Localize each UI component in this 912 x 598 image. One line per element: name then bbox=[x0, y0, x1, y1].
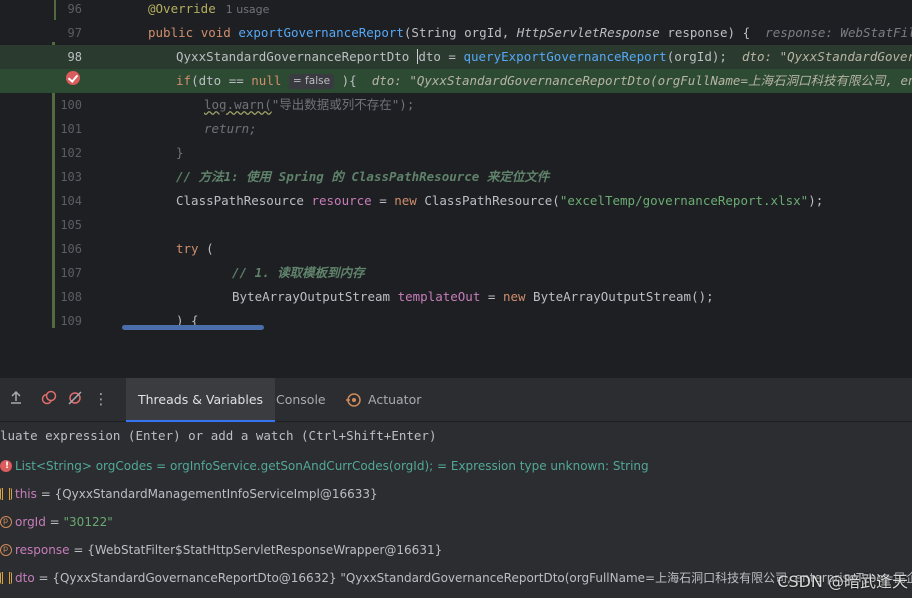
tab-console[interactable]: Console bbox=[264, 378, 338, 422]
line-number: 104 bbox=[60, 194, 82, 208]
field-icon bbox=[0, 488, 12, 500]
list-item[interactable]: this = {QyxxStandardManagementInfoServic… bbox=[0, 480, 912, 508]
horizontal-scrollbar[interactable] bbox=[122, 325, 264, 330]
line-number: 97 bbox=[67, 26, 82, 40]
code-line-execution-point[interactable]: if(dto == null = false ){ dto: "QyxxStan… bbox=[0, 69, 912, 93]
tab-actuator[interactable]: Actuator bbox=[334, 378, 433, 422]
line-number: 105 bbox=[60, 218, 82, 232]
list-item[interactable]: dto = {QyxxStandardGovernanceReportDto@1… bbox=[0, 564, 912, 592]
mute-breakpoints-icon[interactable] bbox=[66, 390, 84, 408]
code-editor[interactable]: 96 @Override 1 usage 97 I public void exp… bbox=[0, 0, 912, 338]
annotation: @Override bbox=[148, 1, 216, 16]
usage-hint[interactable]: 1 usage bbox=[226, 3, 270, 16]
editor-separator bbox=[0, 338, 912, 378]
parameter-icon: p bbox=[0, 516, 12, 528]
line-number: 101 bbox=[60, 122, 82, 136]
code-line[interactable]: 102 } bbox=[0, 141, 912, 165]
error-icon: ! bbox=[0, 460, 12, 472]
list-item[interactable]: p orgId = "30122" bbox=[0, 508, 912, 536]
watermark: CSDN @暗武逢天 bbox=[777, 572, 908, 591]
evaluate-expression-input[interactable]: luate expression (Enter) or add a watch … bbox=[0, 422, 912, 450]
debug-toolbar: ⋮ Threads & Variables Console Actuator bbox=[0, 378, 912, 422]
line-number: 98 bbox=[67, 50, 82, 64]
inline-value-hint: response: WebStatFilter$Sta bbox=[765, 25, 912, 40]
code-comment: // 1. 读取模板到内存 bbox=[232, 265, 365, 280]
code-line[interactable]: 107 // 1. 读取模板到内存 bbox=[0, 261, 912, 285]
list-item[interactable]: ! List<String> orgCodes = orgInfoService… bbox=[0, 452, 912, 480]
code-line[interactable]: 97 I public void exportGovernanceReport(… bbox=[0, 21, 912, 59]
code-line[interactable]: 103 // 方法1: 使用 Spring 的 ClassPathResourc… bbox=[0, 165, 912, 189]
line-number: 108 bbox=[60, 290, 82, 304]
breakpoint-icon[interactable] bbox=[66, 71, 80, 85]
code-line[interactable]: 105 bbox=[0, 213, 912, 237]
actuator-icon bbox=[346, 393, 361, 407]
code-line[interactable]: 104 ClassPathResource resource = new Cla… bbox=[0, 189, 912, 213]
code-comment: // 方法1: 使用 Spring 的 ClassPathResource 来定… bbox=[176, 169, 550, 184]
tab-threads-variables[interactable]: Threads & Variables bbox=[126, 378, 276, 422]
more-icon[interactable]: ⋮ bbox=[92, 390, 110, 408]
parameter-icon: p bbox=[0, 544, 12, 556]
code-line[interactable]: 100 log.warn("导出数据或列不存在"); bbox=[0, 93, 912, 117]
inline-value-hint: dto: "QyxxStandardGovernanceReportDto(or… bbox=[371, 73, 912, 88]
code-line[interactable]: 106 try ( bbox=[0, 237, 912, 261]
line-number: 107 bbox=[60, 266, 82, 280]
line-number: 100 bbox=[60, 98, 82, 112]
line-number: 106 bbox=[60, 242, 82, 256]
list-item[interactable]: p response = {WebStatFilter$StatHttpServ… bbox=[0, 536, 912, 564]
line-number: 102 bbox=[60, 146, 82, 160]
field-icon bbox=[0, 572, 12, 584]
inline-value-hint: dto: "QyxxStandardGovernanceRe bbox=[741, 49, 912, 64]
evaluated-value-chip: = false bbox=[288, 74, 335, 89]
export-icon[interactable] bbox=[7, 390, 25, 408]
line-number: 109 bbox=[60, 314, 82, 328]
line-number: 96 bbox=[67, 2, 82, 16]
code-line[interactable]: 108 ByteArrayOutputStream templateOut = … bbox=[0, 285, 912, 309]
code-line-current[interactable]: 98 QyxxStandardGovernanceReportDto dto =… bbox=[0, 45, 912, 69]
breakpoints-icon[interactable] bbox=[40, 390, 58, 408]
line-number: 103 bbox=[60, 170, 82, 184]
code-line[interactable]: 101 return; bbox=[0, 117, 912, 141]
variables-panel: ! List<String> orgCodes = orgInfoService… bbox=[0, 450, 912, 598]
code-line[interactable]: 96 @Override 1 usage bbox=[0, 0, 912, 21]
tab-actuator-label: Actuator bbox=[368, 392, 422, 407]
